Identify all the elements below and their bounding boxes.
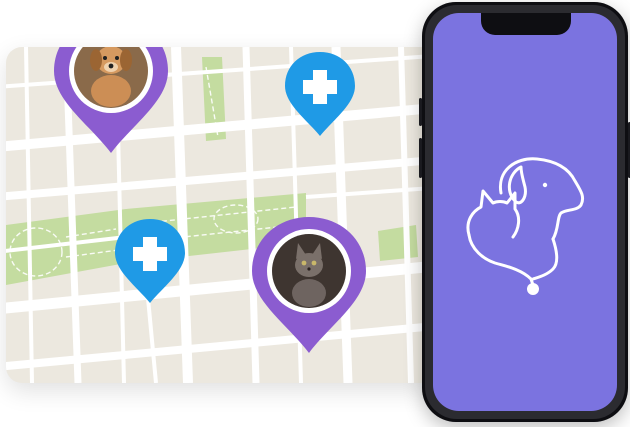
phone-side-button bbox=[419, 98, 422, 126]
smartphone bbox=[419, 2, 630, 422]
pet-care-logo-icon bbox=[461, 151, 589, 304]
phone-screen[interactable] bbox=[433, 13, 617, 411]
city-map[interactable] bbox=[6, 47, 436, 383]
phone-notch bbox=[481, 13, 571, 35]
phone-side-button bbox=[419, 138, 422, 178]
